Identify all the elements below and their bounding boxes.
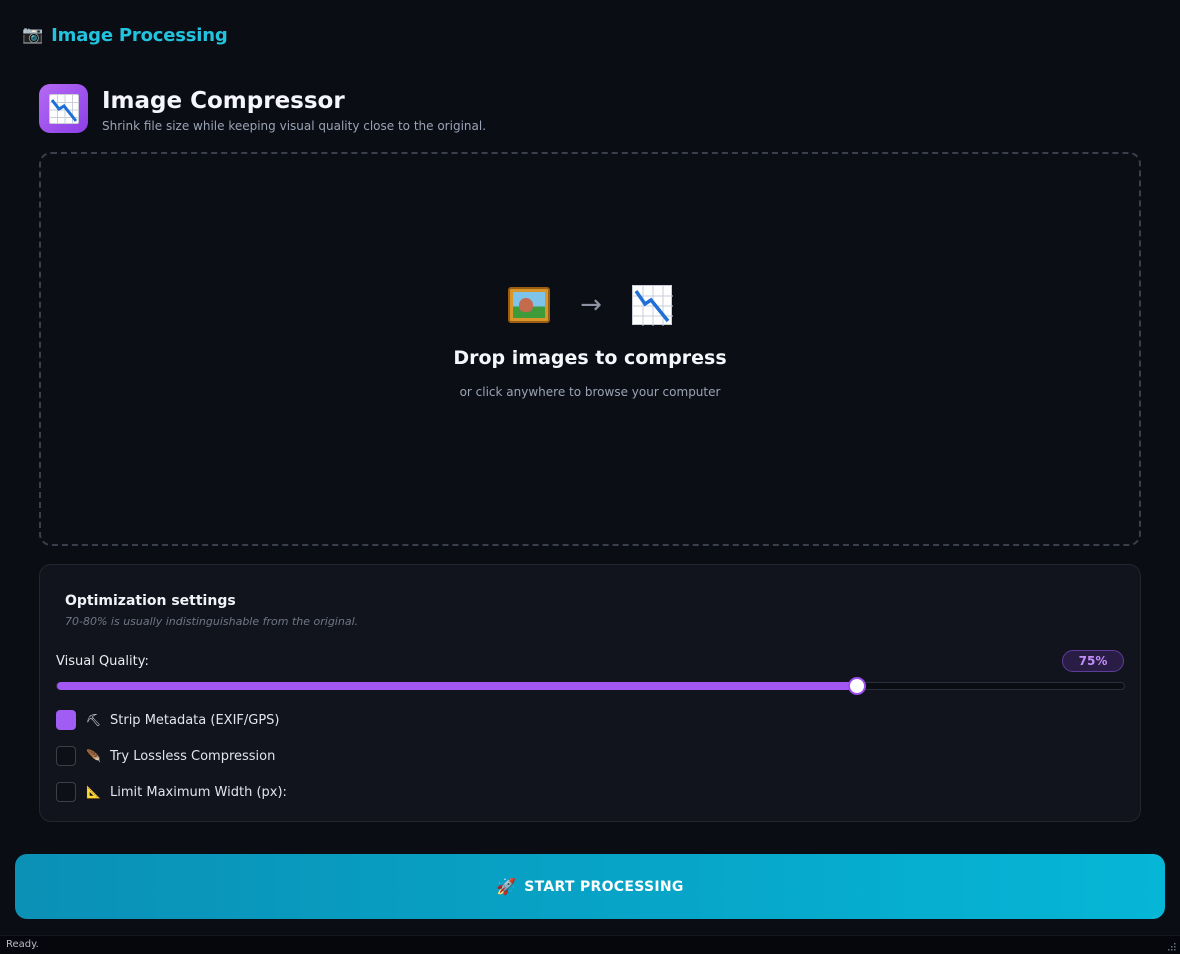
start-processing-label: START PROCESSING <box>524 878 684 895</box>
arrow-right-icon: → <box>580 290 602 320</box>
camera-icon: 📷 <box>22 24 44 45</box>
lossless-compression-checkbox[interactable] <box>56 746 76 766</box>
option-limit-max-width[interactable]: 📐 Limit Maximum Width (px): <box>56 782 287 802</box>
option-strip-metadata[interactable]: ⛏ Strip Metadata (EXIF/GPS) <box>56 710 280 730</box>
optimization-settings-panel: Optimization settings 70-80% is usually … <box>39 564 1141 822</box>
feather-icon: 🪶 <box>86 749 101 763</box>
app-title: Image Processing <box>51 24 228 46</box>
tool-subtitle: Shrink file size while keeping visual qu… <box>102 119 487 133</box>
quality-slider[interactable] <box>56 677 1125 695</box>
image-dropzone[interactable]: → Drop images to compress or click anywh… <box>39 152 1141 546</box>
resize-grip-icon[interactable] <box>1168 943 1176 951</box>
lossless-compression-label: Try Lossless Compression <box>110 748 276 764</box>
pick-icon: ⛏ <box>86 713 102 727</box>
status-bar: Ready. <box>0 935 1180 954</box>
chart-decreasing-icon <box>631 285 673 326</box>
settings-title: Optimization settings <box>65 593 236 609</box>
tool-title: Image Compressor <box>102 88 345 114</box>
strip-metadata-checkbox[interactable] <box>56 710 76 730</box>
settings-hint: 70-80% is usually indistinguishable from… <box>65 615 359 628</box>
quality-slider-thumb[interactable] <box>848 677 867 695</box>
limit-max-width-checkbox[interactable] <box>56 782 76 802</box>
strip-metadata-label: Strip Metadata (EXIF/GPS) <box>110 712 280 728</box>
option-lossless-compression[interactable]: 🪶 Try Lossless Compression <box>56 746 275 766</box>
limit-max-width-label: Limit Maximum Width (px): <box>110 784 287 800</box>
quality-value-badge: 75% <box>1062 650 1124 672</box>
start-processing-button[interactable]: 🚀 START PROCESSING <box>15 854 1165 919</box>
status-text: Ready. <box>6 939 39 950</box>
triangular-ruler-icon: 📐 <box>86 785 101 799</box>
chart-decreasing-icon <box>39 84 88 133</box>
rocket-icon: 🚀 <box>496 877 517 896</box>
dropzone-title: Drop images to compress <box>453 347 727 369</box>
app-window: 📷 Image Processing Image Compressor Shri… <box>0 0 1180 954</box>
framed-picture-icon <box>508 287 551 323</box>
quality-label: Visual Quality: <box>56 654 149 669</box>
app-header: 📷 Image Processing <box>22 22 228 48</box>
quality-slider-fill <box>57 682 858 690</box>
dropzone-subtitle: or click anywhere to browse your compute… <box>459 385 721 399</box>
tool-header: Image Compressor Shrink file size while … <box>39 84 486 133</box>
